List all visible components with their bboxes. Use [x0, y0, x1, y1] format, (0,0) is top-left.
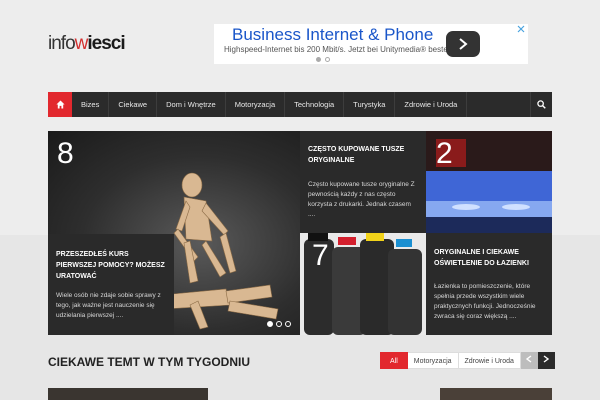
tile-d-title[interactable]: Oryginalne i ciekawe oświetlenie do łazi…: [434, 247, 544, 269]
ad-close-icon[interactable]: [515, 25, 526, 34]
tile-d-excerpt: Łazienka to pomieszczenie, które spełnia…: [434, 283, 536, 320]
nav-item-ciekawe[interactable]: Ciekawe: [109, 92, 158, 117]
thumbnail-preview-1[interactable]: [48, 388, 208, 400]
hero-title[interactable]: Przeszedłeś kurs pierwszej pomocy? Możes…: [56, 249, 166, 282]
site-logo[interactable]: infowiesci: [48, 33, 126, 54]
search-icon: [537, 100, 546, 109]
section-tabs: All Motoryzacja Zdrowie i Uroda: [380, 352, 555, 369]
main-nav: Bizes Ciekawe Dom i Wnętrze Motoryzacja …: [48, 92, 552, 117]
hero-number: 8: [57, 137, 74, 170]
nav-item-zdrowie[interactable]: Zdrowie i Uroda: [395, 92, 468, 117]
tile-article-tusze[interactable]: Często kupowane tusze oryginalne Często …: [300, 131, 426, 233]
tile-article-lazienka[interactable]: Oryginalne i ciekawe oświetlenie do łazi…: [426, 233, 552, 335]
prev-button[interactable]: [520, 352, 538, 369]
ad-next-button[interactable]: [446, 31, 480, 57]
nav-item-motoryzacja[interactable]: Motoryzacja: [226, 92, 286, 117]
slider-dot[interactable]: [276, 321, 282, 327]
nav-item-dom[interactable]: Dom i Wnętrze: [157, 92, 226, 117]
hero-pagination: [267, 321, 291, 327]
nav-item-technologia[interactable]: Technologia: [285, 92, 345, 117]
tile-a-title[interactable]: Często kupowane tusze oryginalne: [308, 144, 418, 166]
tab-motoryzacja[interactable]: Motoryzacja: [407, 352, 459, 369]
ad-banner[interactable]: Business Internet & Phone Highspeed-Inte…: [214, 24, 528, 64]
nav-search-button[interactable]: [530, 92, 552, 117]
logo-part-1: info: [48, 33, 76, 54]
thumbnail-preview-2[interactable]: [440, 388, 552, 400]
featured-slider: 8 Przeszedłeś kurs pierwszej pomocy? Moż…: [48, 131, 552, 335]
ad-title[interactable]: Business Internet & Phone: [232, 25, 433, 45]
logo-part-2: w: [74, 33, 89, 54]
home-icon: [55, 100, 65, 109]
tile-b-number: 2: [436, 137, 453, 170]
chevron-right-icon: [459, 38, 468, 50]
hero-caption[interactable]: Przeszedłeś kurs pierwszej pomocy? Możes…: [48, 234, 174, 335]
hero-slide[interactable]: 8 Przeszedłeś kurs pierwszej pomocy? Moż…: [48, 131, 300, 335]
tile-image-bathroom[interactable]: 2: [426, 131, 552, 233]
slider-dot[interactable]: [267, 321, 273, 327]
ad-subtitle: Highspeed-Internet bis 200 Mbit/s. Jetzt…: [224, 45, 463, 54]
ad-dot[interactable]: [325, 57, 330, 62]
tile-c-number: 7: [312, 239, 329, 272]
tile-image-ink[interactable]: 7: [300, 233, 426, 335]
ad-pagination: [316, 57, 330, 62]
logo-part-3: iesci: [87, 33, 125, 54]
tile-a-excerpt: Często kupowane tusze oryginalne Z pewno…: [308, 181, 415, 218]
nav-home-button[interactable]: [48, 92, 72, 117]
ad-dot[interactable]: [316, 57, 321, 62]
tab-zdrowie[interactable]: Zdrowie i Uroda: [458, 352, 521, 369]
section-title: CIEKAWE TEMT W TYM TYGODNIU: [48, 355, 250, 369]
nav-item-turystyka[interactable]: Turystyka: [344, 92, 396, 117]
chevron-left-icon: [526, 355, 532, 363]
nav-item-bizes[interactable]: Bizes: [72, 92, 110, 117]
slider-dot[interactable]: [285, 321, 291, 327]
tab-all[interactable]: All: [380, 352, 408, 369]
next-button[interactable]: [537, 352, 555, 369]
chevron-right-icon: [544, 355, 550, 363]
hero-excerpt: Wiele osób nie zdaje sobie sprawy z tego…: [56, 292, 161, 319]
